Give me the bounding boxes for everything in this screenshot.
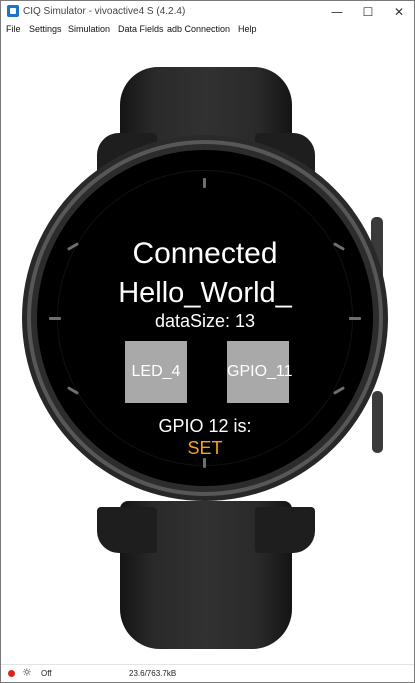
menu-data-fields[interactable]: Data Fields [118, 24, 164, 34]
bezel-tick-6 [203, 458, 206, 468]
gpio-11-button[interactable]: GPIO_11 [227, 341, 293, 403]
menu-simulation[interactable]: Simulation [68, 24, 110, 34]
watch-lug [97, 507, 157, 553]
watch-back-button[interactable] [372, 391, 383, 453]
bezel-tick-12 [203, 178, 206, 188]
gpio-12-state: SET [187, 438, 223, 458]
status-bar: ☼ Off 23.6/763.7kB [1, 664, 414, 682]
menu-adb-connection[interactable]: adb Connection [167, 24, 230, 34]
memory-usage: 23.6/763.7kB [129, 669, 177, 678]
record-icon[interactable] [8, 670, 15, 677]
data-size-label: dataSize: 13 [154, 311, 256, 331]
title-bar: CIQ Simulator - vivoactive4 S (4.2.4) — … [1, 1, 414, 23]
simulator-stage: Connected Hello_World_ dataSize: 13 LED_… [1, 39, 414, 660]
close-button[interactable]: ✕ [384, 1, 414, 23]
watch-lug [255, 507, 315, 553]
maximize-button[interactable]: ☐ [353, 1, 383, 23]
sun-icon[interactable]: ☼ [22, 666, 32, 680]
app-name: Hello_World_ [118, 277, 292, 309]
minimize-button[interactable]: — [322, 1, 352, 23]
window-title: CIQ Simulator - vivoactive4 S (4.2.4) [23, 6, 186, 17]
menu-bar: File Settings Simulation Data Fields adb… [1, 23, 414, 37]
menu-file[interactable]: File [6, 24, 21, 34]
menu-help[interactable]: Help [238, 24, 257, 34]
power-status: Off [41, 669, 52, 678]
led-4-button[interactable]: LED_4 [125, 341, 187, 403]
gpio-12-label: GPIO 12 is: [158, 416, 252, 436]
simulator-window: CIQ Simulator - vivoactive4 S (4.2.4) — … [0, 0, 415, 683]
menu-settings[interactable]: Settings [29, 24, 62, 34]
app-icon [7, 5, 19, 17]
connection-status: Connected [132, 237, 278, 270]
